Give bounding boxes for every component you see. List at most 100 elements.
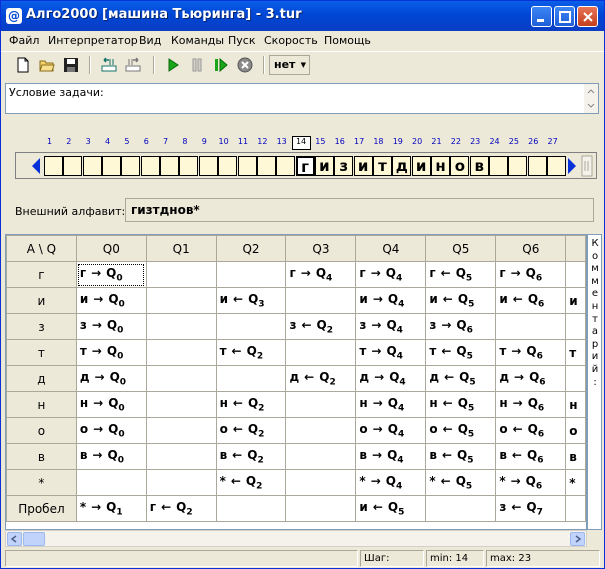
stop-icon[interactable] [235,55,255,75]
transition-cell[interactable] [425,495,497,522]
transition-cell[interactable]: г → Q4 [355,261,427,288]
transition-cell[interactable]: о → Q0 [75,417,147,444]
symbol-row-header[interactable]: Пробел [6,495,77,522]
tape-cell[interactable] [160,156,180,176]
transition-cell[interactable] [285,469,357,496]
tape-cell[interactable] [44,156,63,176]
transition-cell[interactable] [145,261,217,288]
transition-cell[interactable] [285,443,357,470]
scroll-right-button[interactable] [570,532,585,546]
symbol-row-header[interactable]: н [6,391,77,418]
transition-cell[interactable]: т → Q4 [355,339,427,366]
transition-cell[interactable]: в ← Q2 [215,443,287,470]
tape-cell[interactable] [508,156,528,176]
transition-cell[interactable]: з → Q4 [355,313,427,340]
transition-cell[interactable]: н → Q6 [495,391,567,418]
transition-cell[interactable]: н ← Q5 [425,391,497,418]
mode-dropdown[interactable]: нет ▼ [269,55,310,75]
transition-cell[interactable]: * → Q6 [495,469,567,496]
transition-cell[interactable] [145,339,217,366]
symbol-row-header[interactable]: т [6,339,77,366]
step-icon[interactable] [211,55,231,75]
transition-cell[interactable]: о → Q4 [355,417,427,444]
open-folder-icon[interactable] [37,55,57,75]
transition-cell[interactable]: д → Q4 [355,365,427,392]
transition-cell[interactable]: * ← Q5 [425,469,497,496]
transition-cell[interactable] [145,313,217,340]
menu-view[interactable]: Вид [139,34,161,47]
close-button[interactable] [577,6,598,27]
transition-cell[interactable]: д → Q6 [495,365,567,392]
transition-cell[interactable]: г ← Q2 [145,495,217,522]
state-column-header[interactable]: Q3 [285,235,357,262]
state-column-header[interactable]: Q4 [355,235,427,262]
symbol-row-header[interactable]: з [6,313,77,340]
transition-cell[interactable]: г ← Q5 [425,261,497,288]
transition-cell[interactable] [145,365,217,392]
transition-cell[interactable]: т → Q0 [75,339,147,366]
tape-cell[interactable] [237,156,257,176]
transition-cell[interactable] [285,391,357,418]
transition-cell[interactable] [285,287,357,314]
transition-cell[interactable]: о ← Q6 [495,417,567,444]
transition-cell[interactable]: и ← Q5 [355,495,427,522]
transition-cell[interactable]: т ← Q2 [215,339,287,366]
transition-cell[interactable]: и → Q4 [355,287,427,314]
transition-cell[interactable]: г → Q4 [285,261,357,288]
tape-cell[interactable] [527,156,547,176]
symbol-row-header[interactable]: в [6,443,77,470]
tape-cell[interactable] [489,156,509,176]
transition-cell[interactable]: и ← Q5 [425,287,497,314]
state-column-header[interactable]: Q1 [145,235,217,262]
transition-cell[interactable]: н ← Q2 [215,391,287,418]
tape-cell[interactable]: и [411,156,431,176]
transition-cell[interactable]: и ← Q6 [495,287,567,314]
transition-cell[interactable]: о ← Q5 [425,417,497,444]
transition-cell[interactable]: д ← Q2 [285,365,357,392]
minimize-button[interactable] [531,6,552,27]
transition-cell[interactable]: и → Q0 [75,287,147,314]
task-scrollbar[interactable] [584,84,598,113]
symbol-row-header[interactable]: д [6,365,77,392]
tape-cell[interactable]: в [469,156,489,176]
tape-cell[interactable] [179,156,199,176]
state-column-header[interactable]: Q5 [425,235,497,262]
tape-cell[interactable] [276,156,296,176]
tape-cell[interactable]: о [450,156,470,176]
menu-file[interactable]: Файл [9,34,39,47]
transition-cell[interactable] [215,313,287,340]
transition-cell[interactable]: и ← Q3 [215,287,287,314]
transition-cell[interactable] [75,469,147,496]
transition-cell[interactable]: т → Q6 [495,339,567,366]
symbol-row-header[interactable]: г [6,261,77,288]
transition-cell[interactable] [285,339,357,366]
new-file-icon[interactable] [13,55,33,75]
menu-commands[interactable]: Команды [171,34,224,47]
transition-cell[interactable]: д → Q0 [75,365,147,392]
transition-cell[interactable] [145,391,217,418]
transition-cell[interactable]: в ← Q5 [425,443,497,470]
transition-cell[interactable]: т ← Q5 [425,339,497,366]
tape-cell[interactable] [198,156,218,176]
transition-cell[interactable]: з ← Q2 [285,313,357,340]
transition-cell[interactable] [285,417,357,444]
task-condition-field[interactable]: Условие задачи: [5,83,599,114]
menu-speed[interactable]: Скорость [264,34,318,47]
transition-cell[interactable]: г → Q6 [495,261,567,288]
transition-cell[interactable] [495,313,567,340]
scroll-thumb[interactable] [23,532,45,546]
transition-cell[interactable]: з ← Q7 [495,495,567,522]
tape-cell[interactable]: и [314,156,334,176]
transition-cell[interactable]: д ← Q5 [425,365,497,392]
tape-cell[interactable] [63,156,83,176]
menu-run[interactable]: Пуск [228,34,255,47]
title-bar[interactable]: @ Алго2000 [машина Тьюринга] - 3.tur [1,1,604,31]
scroll-left-button[interactable] [7,532,22,546]
transition-cell[interactable] [145,469,217,496]
transition-cell[interactable]: н → Q4 [355,391,427,418]
transition-cell[interactable] [215,261,287,288]
transition-cell[interactable] [145,287,217,314]
tape-scroll-right-icon[interactable] [566,157,578,178]
transition-cell[interactable]: * → Q4 [355,469,427,496]
transition-cell[interactable]: г → Q0 [75,261,147,288]
